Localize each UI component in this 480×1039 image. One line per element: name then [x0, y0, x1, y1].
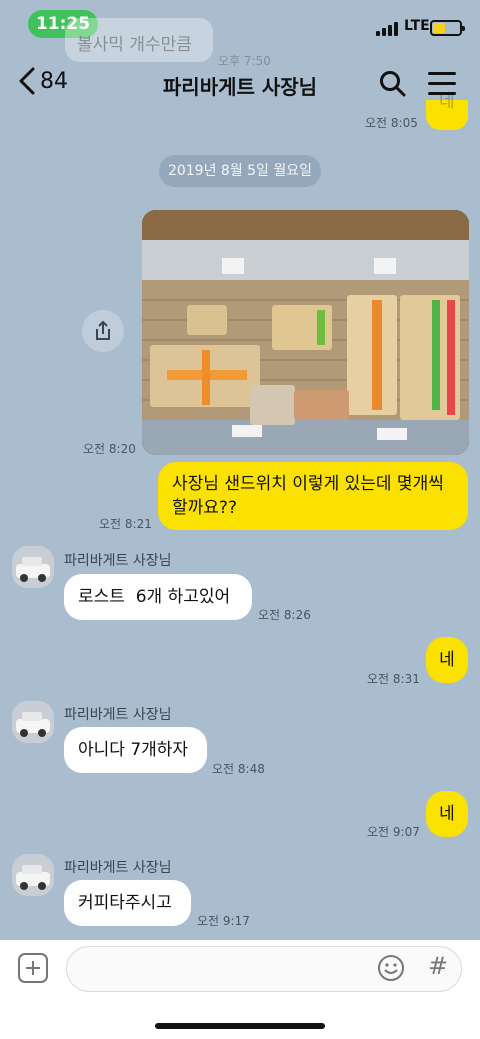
message-text: 커피타주시고: [78, 893, 172, 913]
sender-name: 파리바게트 사장님: [64, 553, 172, 569]
their-message-bubble[interactable]: 아니다 7개하자: [64, 727, 207, 773]
message-input-bar: #: [0, 940, 480, 1039]
message-time: 오전 8:05: [365, 116, 418, 130]
message-time: 오전 9:07: [367, 825, 420, 839]
car-avatar-image: [12, 546, 54, 588]
date-divider: 2019년 8월 5일 월요일: [159, 155, 321, 187]
home-indicator: [155, 1023, 325, 1029]
my-message-bubble[interactable]: 네: [426, 637, 468, 683]
hashtag-icon[interactable]: #: [428, 952, 448, 980]
search-icon[interactable]: [378, 69, 408, 99]
message-time: 오전 8:21: [99, 517, 152, 531]
car-avatar-image: [12, 701, 54, 743]
their-message-bubble[interactable]: 로스트 6개 하고있어: [64, 574, 252, 620]
my-message-bubble[interactable]: 사장님 샌드위치 이렇게 있는데 몇개씩 할까요??: [158, 462, 468, 530]
network-label: LTE: [404, 18, 430, 34]
signal-icon: [376, 22, 402, 36]
car-avatar-image: [12, 854, 54, 896]
message-time: 오전 8:48: [212, 762, 265, 776]
sandwich-display-photo[interactable]: [142, 210, 469, 455]
battery-icon: [430, 20, 465, 36]
chat-title: 파리바게트 사장님: [162, 75, 318, 99]
photo-time: 오전 8:20: [83, 442, 136, 456]
add-attachment-button[interactable]: [18, 953, 48, 983]
sender-avatar[interactable]: [12, 701, 54, 743]
my-message-bubble[interactable]: 네: [426, 791, 468, 837]
sender-avatar[interactable]: [12, 854, 54, 896]
message-time: 오전 8:31: [367, 672, 420, 686]
message-text: 네: [439, 650, 455, 670]
message-text: 아니다 7개하자: [78, 740, 189, 760]
sender-name: 파리바게트 사장님: [64, 707, 172, 723]
chat-header: 84 파리바게트 사장님: [0, 55, 480, 115]
message-time: 오전 8:26: [258, 608, 311, 622]
sender-name: 파리바게트 사장님: [64, 860, 172, 876]
photo-image: [142, 210, 469, 455]
share-icon: [96, 320, 110, 340]
emoji-icon[interactable]: [377, 954, 405, 982]
sender-avatar[interactable]: [12, 546, 54, 588]
message-time: 오전 9:17: [197, 914, 250, 928]
share-button[interactable]: [82, 310, 124, 352]
message-text: 로스트 6개 하고있어: [78, 587, 231, 607]
their-message-bubble[interactable]: 커피타주시고: [64, 880, 191, 926]
my-message-bubble[interactable]: 네: [426, 92, 468, 130]
message-text: 네: [439, 804, 455, 824]
message-text: 사장님 샌드위치 이렇게 있는데 몇개씩 할까요??: [172, 474, 444, 518]
